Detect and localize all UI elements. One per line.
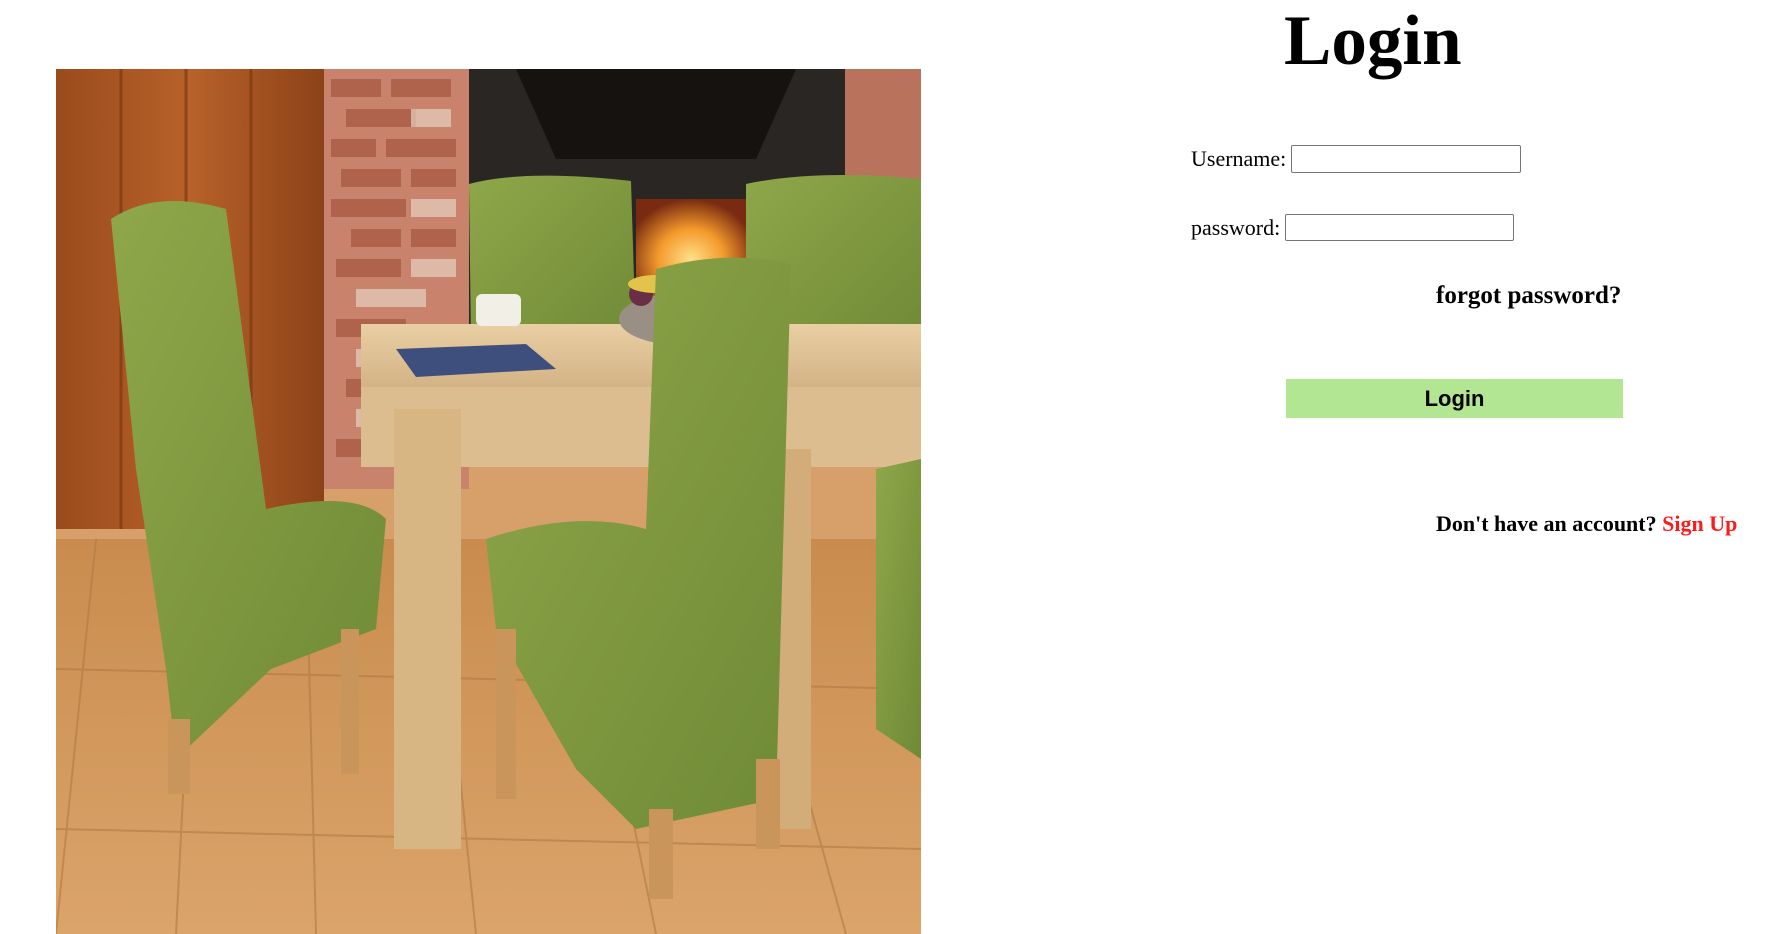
username-row: Username: bbox=[1191, 145, 1522, 173]
dining-room-photo bbox=[56, 69, 921, 934]
password-row: password: bbox=[1191, 214, 1515, 241]
username-input[interactable] bbox=[1291, 145, 1522, 173]
signup-link[interactable]: Sign Up bbox=[1662, 511, 1737, 536]
login-button[interactable]: Login bbox=[1286, 379, 1623, 418]
signup-prompt: Don't have an account? Sign Up bbox=[1436, 511, 1737, 537]
forgot-password-link[interactable]: forgot password? bbox=[1436, 282, 1621, 310]
username-label: Username: bbox=[1191, 146, 1287, 171]
password-label: password: bbox=[1191, 214, 1281, 240]
no-account-text: Don't have an account? bbox=[1436, 511, 1657, 536]
password-input[interactable] bbox=[1285, 214, 1515, 241]
page-title: Login bbox=[1284, 2, 1462, 80]
